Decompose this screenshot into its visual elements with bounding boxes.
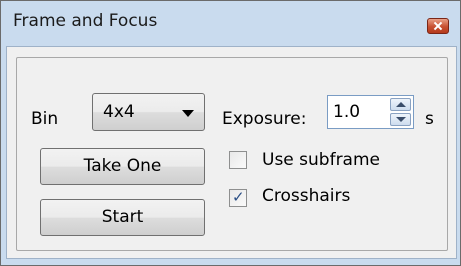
exposure-unit-label: s	[425, 109, 434, 129]
crosshairs-checkbox[interactable]: ✓	[229, 188, 247, 207]
exposure-field[interactable]: 1.0	[327, 95, 414, 129]
exposure-value: 1.0	[333, 102, 361, 122]
arrow-up-icon	[396, 102, 406, 107]
start-button[interactable]: Start	[40, 199, 205, 236]
crosshairs-label: Crosshairs	[262, 186, 351, 206]
checkmark-icon: ✓	[232, 188, 245, 206]
exposure-spinner	[390, 98, 411, 126]
title-bar[interactable]: Frame and Focus	[1, 1, 460, 45]
close-icon[interactable]	[427, 18, 449, 34]
bin-label: Bin	[31, 109, 59, 129]
use-subframe-label: Use subframe	[262, 150, 380, 170]
spin-up-button[interactable]	[390, 98, 411, 111]
take-one-button[interactable]: Take One	[40, 148, 205, 185]
arrow-down-icon	[396, 117, 406, 122]
bin-selected-value: 4x4	[103, 102, 135, 122]
window-title: Frame and Focus	[13, 11, 158, 31]
spin-down-button[interactable]	[390, 113, 411, 126]
bin-dropdown[interactable]: 4x4	[92, 93, 205, 131]
chevron-down-icon	[182, 110, 194, 117]
use-subframe-checkbox[interactable]	[229, 151, 247, 169]
exposure-label: Exposure:	[222, 109, 307, 129]
